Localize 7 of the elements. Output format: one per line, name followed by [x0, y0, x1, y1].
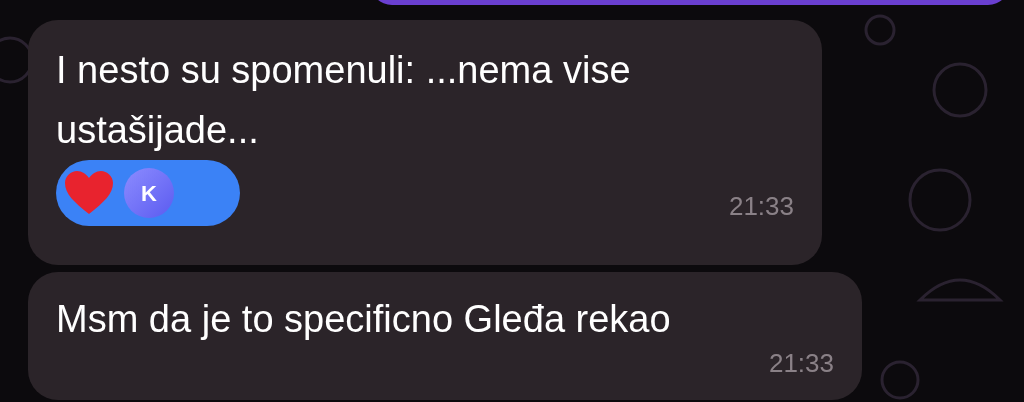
avatar: K [124, 168, 174, 218]
message-text: Msm da je to specificno Gleđa rekao [56, 297, 672, 342]
message-text: I nesto su spomenuli: ...nema vise ustašijade... [56, 48, 632, 153]
reaction-pill[interactable]: K [56, 160, 240, 226]
message-time: 21:33 [768, 347, 834, 380]
heart-icon [64, 170, 114, 216]
message-time: 21:33 [728, 190, 794, 223]
